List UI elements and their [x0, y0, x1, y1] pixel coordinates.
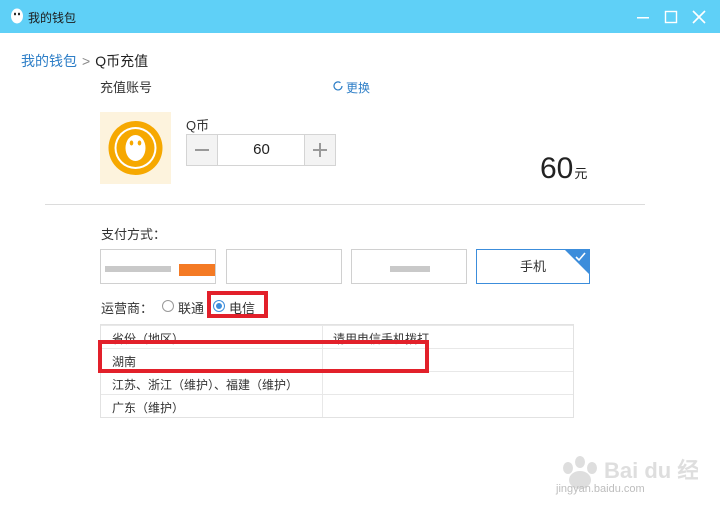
qcoin-product-image [100, 112, 171, 184]
quantity-input[interactable]: 60 [219, 135, 304, 165]
payment-option-mobile[interactable]: 手机 [476, 249, 590, 284]
qcoin-label: Q币 [186, 118, 210, 133]
payment-option-2[interactable] [226, 249, 342, 284]
obscured-label [390, 266, 430, 272]
watermark-url: jingyan.baidu.com [556, 483, 645, 495]
title-bar: 我的钱包 [0, 0, 720, 33]
account-row: 充值账号 更换 [100, 80, 400, 94]
maximize-icon[interactable] [660, 6, 682, 28]
qcoin-icon [108, 121, 163, 175]
unicom-label[interactable]: 联通 [178, 298, 204, 317]
breadcrumb-separator: > [82, 53, 91, 69]
watermark-brand: Bai du 经验 [604, 458, 698, 483]
price-unit: 元 [574, 166, 588, 181]
payment-method-label: 支付方式： [101, 227, 167, 242]
change-account-link[interactable]: 更换 [346, 80, 370, 94]
table-row: 广东（维护） [101, 394, 573, 417]
carrier-label: 运营商： [101, 301, 154, 316]
increment-button[interactable] [304, 135, 335, 165]
highlight-hunan-row [98, 340, 429, 373]
decrement-button[interactable] [187, 135, 218, 165]
checkmark-icon [575, 252, 586, 262]
qq-penguin-icon [11, 8, 23, 24]
breadcrumb-my-wallet-link[interactable]: 我的钱包 [21, 53, 77, 69]
refresh-icon [333, 81, 343, 91]
minimize-icon[interactable] [632, 6, 654, 28]
account-label: 充值账号 [100, 80, 153, 94]
payment-option-1[interactable] [100, 249, 216, 284]
table-cell-province: 江苏、浙江（维护）、福建（维护） [112, 378, 299, 392]
window-title: 我的钱包 [28, 11, 77, 25]
unicom-radio[interactable] [162, 300, 174, 312]
close-icon[interactable] [688, 6, 710, 28]
quantity-stepper: 60 [186, 134, 336, 166]
obscured-label [105, 266, 171, 272]
highlight-telecom [207, 291, 268, 318]
breadcrumb: 我的钱包 > Q币充值 [21, 51, 148, 71]
price-amount: 60 [540, 152, 574, 185]
total-price: 60元 [540, 152, 587, 186]
payment-option-3[interactable] [351, 249, 467, 284]
breadcrumb-current: Q币充值 [95, 53, 149, 69]
promo-badge [179, 264, 215, 276]
section-divider [45, 204, 645, 205]
table-cell-province: 广东（维护） [112, 401, 185, 415]
table-row: 江苏、浙江（维护）、福建（维护） [101, 371, 573, 394]
